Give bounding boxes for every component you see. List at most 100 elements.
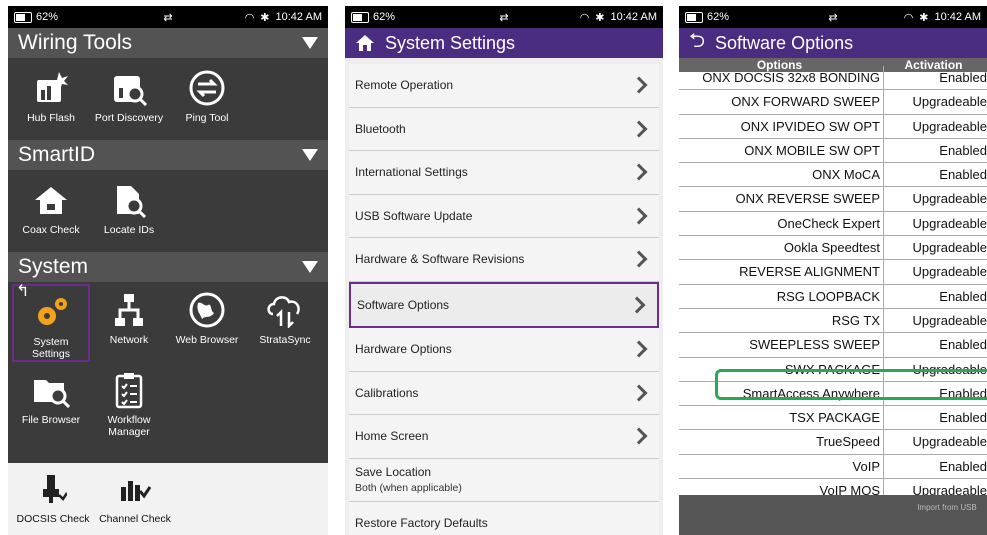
highlight-box (715, 369, 987, 400)
tile-file-browser[interactable]: File Browser (12, 364, 90, 438)
tile-port-discovery[interactable]: Port Discovery (90, 62, 168, 132)
tile-system-settings[interactable]: ↰ System Settings (12, 284, 90, 362)
tile-label: File Browser (21, 414, 81, 426)
settings-item-home-screen[interactable]: Home Screen (349, 415, 659, 459)
back-arrow-icon: ↰ (16, 283, 30, 300)
network-icon (109, 290, 149, 330)
table-row[interactable]: TrueSpeed Upgradeable (679, 430, 987, 455)
activation-status: Enabled (939, 337, 987, 353)
chevron-right-icon (630, 163, 648, 181)
table-row[interactable]: ONX REVERSE SWEEP Upgradeable (679, 187, 987, 212)
item-label: Calibrations (355, 385, 419, 400)
bluetooth-icon: ✱ (919, 11, 929, 24)
chevron-right-icon (630, 340, 648, 358)
notification-icon: ⇄ (499, 11, 509, 24)
option-name: VoIP (679, 454, 884, 479)
tile-docsis-check[interactable]: DOCSIS Check (12, 463, 94, 535)
clock: 10:42 AM (275, 11, 322, 23)
section-header-smartid[interactable]: SmartID (8, 140, 328, 170)
tile-locate-ids[interactable]: Locate IDs (90, 174, 168, 246)
settings-item-calibrations[interactable]: Calibrations (349, 371, 659, 415)
table-row[interactable]: RSG TX Upgradeable (679, 308, 987, 334)
table-row[interactable]: ONX FORWARD SWEEP Upgradeable (679, 90, 987, 115)
tile-label: StrataSync (259, 334, 311, 346)
tile-stratasync[interactable]: StrataSync (246, 284, 324, 362)
tile-label: Web Browser (175, 334, 239, 346)
item-label: Home Screen (355, 429, 429, 444)
page-title: Software Options (715, 32, 854, 53)
settings-item-remote-operation[interactable]: Remote Operation (349, 64, 659, 108)
tile-label: Workflow Manager (107, 414, 151, 438)
option-name: ONX REVERSE SWEEP (679, 187, 884, 211)
option-name: ONX FORWARD SWEEP (679, 90, 884, 114)
table-row[interactable]: ONX IPVIDEO SW OPT Upgradeable (679, 114, 987, 139)
table-row[interactable]: ONX DOCSIS 32x8 BONDING Enabled (679, 66, 987, 91)
option-name: SWEEPLESS SWEEP (679, 333, 884, 357)
tile-channel-check[interactable]: Channel Check (94, 463, 176, 535)
settings-item-save-location[interactable]: Save Location Both (when applicable) (349, 458, 659, 502)
tile-label: Ping Tool (185, 112, 229, 124)
import-from-usb-button[interactable]: Import from USB (917, 503, 977, 513)
ping-tool-icon (187, 68, 227, 108)
option-name: RSG LOOPBACK (679, 284, 884, 308)
section-header-system[interactable]: System (8, 252, 328, 282)
folder-search-icon (31, 370, 71, 410)
chevron-right-icon (630, 384, 648, 402)
software-options-panel: 62% ⇄ ◠ ✱ 10:42 AM ⮌ Software Options Opti… (679, 6, 987, 535)
option-name: ONX IPVIDEO SW OPT (679, 114, 884, 138)
tile-network[interactable]: Network (90, 284, 168, 362)
back-arrow-icon[interactable]: ⮌ (689, 26, 705, 60)
tile-hub-flash[interactable]: Hub Flash (12, 62, 90, 132)
tile-label: Network (109, 334, 149, 346)
table-row[interactable]: REVERSE ALIGNMENT Upgradeable (679, 260, 987, 285)
settings-item-revisions[interactable]: Hardware & Software Revisions (349, 238, 659, 282)
battery-icon (14, 11, 32, 23)
tile-web-browser[interactable]: Web Browser (168, 284, 246, 362)
home-icon[interactable] (355, 34, 375, 52)
tile-ping-tool[interactable]: Ping Tool (168, 62, 246, 132)
table-row[interactable]: RSG LOOPBACK Enabled (679, 284, 987, 309)
item-label: International Settings (355, 165, 468, 180)
settings-item-bluetooth[interactable]: Bluetooth (349, 107, 659, 151)
table-row[interactable]: ONX MOBILE SW OPT Enabled (679, 138, 987, 164)
battery-level: 62% (36, 11, 59, 23)
options-table: ONX DOCSIS 32x8 BONDING Enabled ONX FORWAR… (679, 66, 987, 504)
cloud-sync-icon (265, 290, 305, 330)
tile-coax-check[interactable]: Coax Check (12, 174, 90, 246)
table-row[interactable]: VoIP Enabled (679, 454, 987, 480)
item-label: Hardware & Software Revisions (355, 252, 525, 267)
battery-level: 62% (373, 11, 396, 23)
title-bar: ⮌ Software Options (679, 28, 987, 58)
chevron-right-icon (630, 250, 648, 268)
collapse-triangle-icon (302, 149, 318, 161)
settings-item-hardware-options[interactable]: Hardware Options (349, 328, 659, 372)
chevron-right-icon (630, 427, 648, 445)
hub-flash-icon (31, 68, 71, 108)
coax-check-icon (31, 180, 71, 220)
option-name: ONX MOBILE SW OPT (679, 138, 884, 163)
table-row[interactable]: SWEEPLESS SWEEP Enabled (679, 333, 987, 358)
collapse-triangle-icon (302, 261, 318, 273)
wifi-icon: ◠ (903, 11, 914, 24)
settings-item-international[interactable]: International Settings (349, 151, 659, 195)
settings-item-restore-defaults[interactable]: Restore Factory Defaults (349, 502, 659, 535)
activation-status: Enabled (939, 288, 987, 304)
activation-status: Enabled (939, 142, 987, 158)
option-name: ONX DOCSIS 32x8 BONDING (679, 66, 884, 90)
table-row[interactable]: OneCheck Expert Upgradeable (679, 211, 987, 237)
activation-status: Upgradeable (912, 264, 987, 280)
table-row[interactable]: TSX PACKAGE Enabled (679, 406, 987, 431)
clock: 10:42 AM (934, 11, 981, 23)
settings-item-software-options[interactable]: Software Options (349, 281, 659, 328)
item-sublabel: Both (when applicable) (355, 482, 462, 495)
launcher-panel: 62% ⇄ ◠ ✱ 10:42 AM Wiring Tools Hub Flash … (8, 6, 328, 535)
chevron-right-icon (630, 207, 648, 225)
section-header-wiring-tools[interactable]: Wiring Tools (8, 28, 328, 58)
bluetooth-icon: ✱ (260, 11, 270, 24)
table-row[interactable]: Ookla Speedtest Upgradeable (679, 236, 987, 261)
settings-list: Remote Operation Bluetooth International… (345, 58, 663, 535)
settings-item-usb-update[interactable]: USB Software Update (349, 194, 659, 238)
table-row[interactable]: ONX MoCA Enabled (679, 163, 987, 188)
item-label: Software Options (357, 297, 450, 312)
tile-workflow-manager[interactable]: Workflow Manager (90, 364, 168, 438)
